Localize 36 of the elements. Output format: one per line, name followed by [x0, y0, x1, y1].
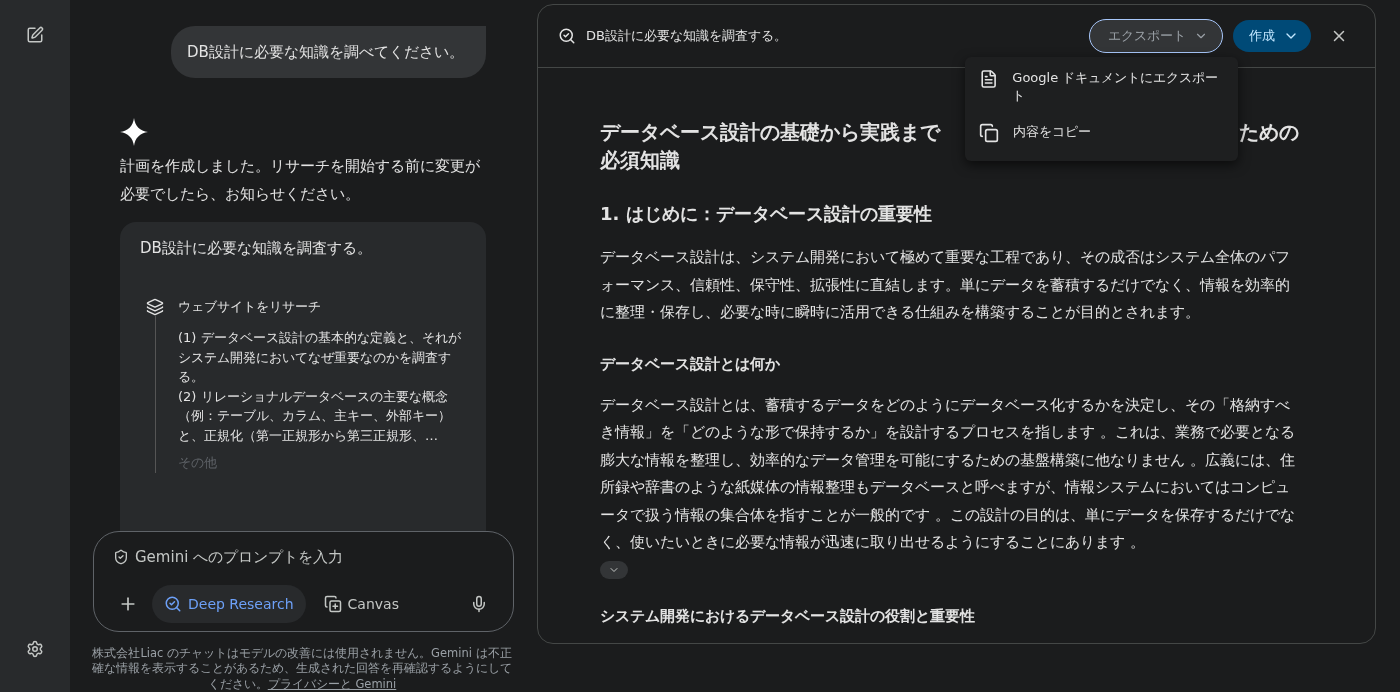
document-title: 必須知識: [600, 147, 681, 174]
plan-title: DB設計に必要な知識を調査する。: [140, 238, 373, 259]
export-button[interactable]: エクスポート: [1089, 19, 1223, 53]
document-icon: [979, 69, 999, 89]
paragraph: データベース設計は、システム開発において極めて重要な工程であり、その成否はシステム全体のパフォーマンス、信頼性、保守性、拡張性に直結します。単にデータを蓄積するだけでなく、情報を効率的に整理・保存し、必要な時に瞬時に活用できる仕組みを構築することが目的とされます。: [600, 247, 1291, 323]
menu-item[interactable]: Google ドキュメントにエクスポート: [965, 65, 1238, 115]
menu-item[interactable]: 内容をコピー: [965, 115, 1238, 153]
create-button[interactable]: 作成: [1233, 20, 1311, 52]
panel-title: DB設計に必要な知識を調査する。: [586, 27, 788, 45]
tool-button[interactable]: Deep Research: [152, 584, 306, 623]
sparkle-icon: [120, 118, 148, 146]
step-text: (2) リレーショナルデータベースの主要な概念（例：テーブル、カラム、主キー、外部キー）と、正規化（第一正規形から第三正規形、…: [178, 387, 452, 445]
research-icon: [558, 27, 576, 45]
copy-icon: [979, 123, 999, 143]
prompt-placeholder: Gemini へのプロンプトを入力: [135, 547, 344, 567]
privacy-link[interactable]: プライバシーと Gemini: [267, 676, 397, 691]
disclaimer-text: 株式会社Liac のチャットはモデルの改善には使用されません。Gemini は不正確な情報を表示することがあるため、生成された回答を再確認するようにしてください。プライバシーと Gemini: [91, 644, 513, 692]
user-message: DB設計に必要な知識を調べてください。: [171, 26, 486, 78]
research-icon: [164, 594, 182, 613]
paragraph: データベース設計とは、蓄積するデータをどのようにデータベース化するかを決定し、その「格納すべき情報」を「どのような形で保持するか」を設計するプロセスを指します 。これは、業務で必要となる膨大な情報を整理し、効率的なデータ管理を可能にするための基盤構築に他なりません 。広義には、住所録や辞書のような紙媒体の情報整理もデータベースと呼べますが、情報システムにおいてはコンピュータで扱う情報の集合体を指すことが一般的です 。この設計の目的は、単にデータを保存するだけでなく、使いたいときに必要な情報が迅速に取り出せるようにすることにあります 。: [600, 394, 1296, 553]
document-title: データベース設計の基礎から実践まで: [600, 119, 940, 146]
new-chat-icon[interactable]: [26, 26, 44, 44]
tool-button[interactable]: Canvas: [311, 584, 411, 623]
step-text: (1) データベース設計の基本的な定義と、それがシステム開発においてなぜ重要なのかを調査する。: [178, 329, 462, 386]
subsection-heading: システム開発におけるデータベース設計の役割と重要性: [600, 606, 976, 626]
section-heading: 1. はじめに：データベース設計の重要性: [600, 202, 933, 226]
step-title: ウェブサイトをリサーチ: [178, 298, 321, 316]
document-title: ための: [1239, 119, 1299, 146]
subsection-heading: データベース設計とは何か: [600, 354, 781, 374]
expand-button[interactable]: [600, 560, 628, 579]
shield-icon: [113, 549, 129, 565]
microphone-icon: [470, 594, 488, 613]
prompt-box[interactable]: Gemini へのプロンプトを入力 Deep Research Canvas: [93, 530, 514, 632]
settings-icon[interactable]: [26, 640, 44, 658]
assistant-message: 計画を作成しました。リサーチを開始する前に変更が必要でしたら、お知らせください。: [120, 156, 481, 205]
canvas-icon: [323, 594, 342, 613]
